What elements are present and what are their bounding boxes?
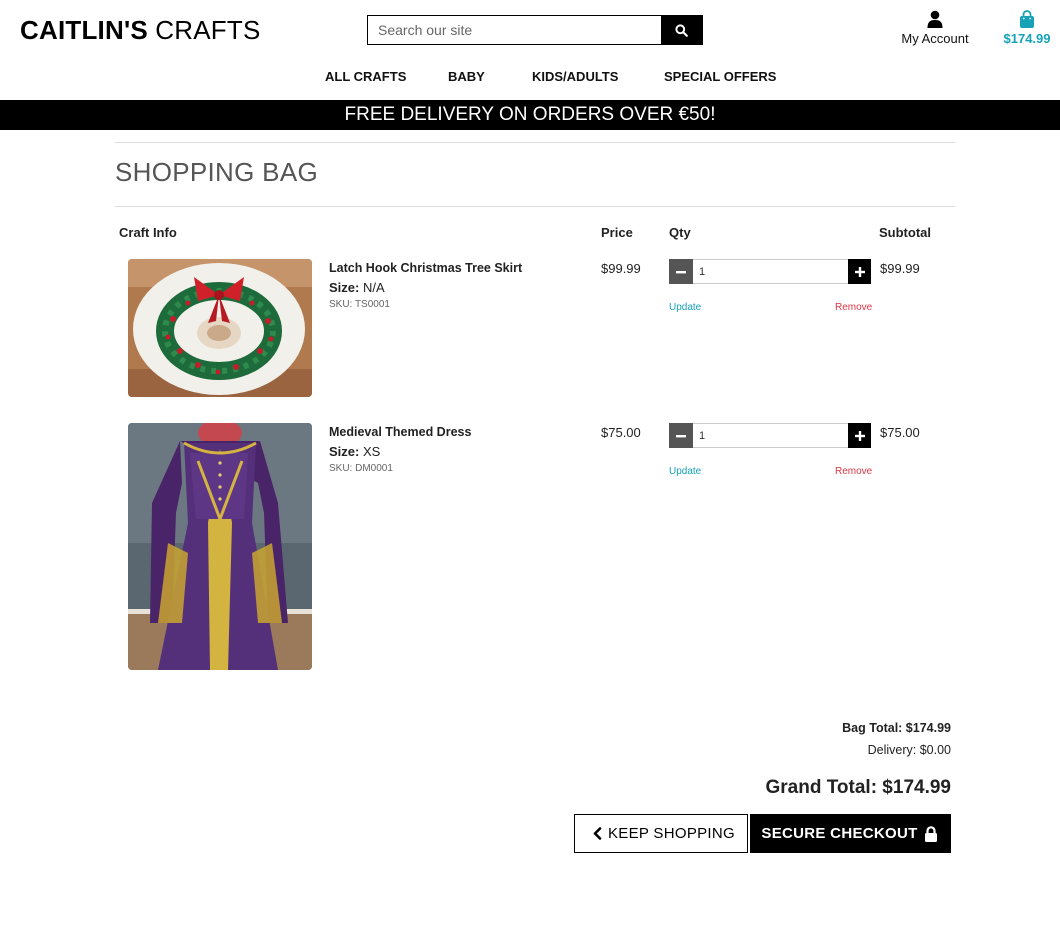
- increment-button[interactable]: [848, 259, 871, 284]
- header-price: Price: [601, 225, 633, 240]
- logo-bold-text: CAITLIN'S: [20, 15, 148, 45]
- keep-shopping-button[interactable]: KEEP SHOPPING: [574, 814, 748, 853]
- quantity-stepper: [669, 423, 871, 448]
- product-subtotal: $99.99: [880, 261, 920, 276]
- product-image-medieval-dress[interactable]: [128, 423, 312, 670]
- product-size: Size: XS: [329, 444, 380, 459]
- divider-top: [115, 142, 955, 143]
- update-link[interactable]: Update: [669, 466, 701, 477]
- user-icon: [895, 10, 975, 30]
- header-qty: Qty: [669, 225, 691, 240]
- my-account-link[interactable]: My Account: [895, 10, 975, 46]
- decrement-button[interactable]: [669, 423, 693, 448]
- product-price: $75.00: [601, 425, 641, 440]
- bag-total-amount: $174.99: [1003, 31, 1051, 46]
- chevron-left-icon: [593, 827, 602, 840]
- remove-link[interactable]: Remove: [835, 466, 872, 477]
- size-value: XS: [362, 444, 381, 459]
- decrement-button[interactable]: [669, 259, 693, 284]
- shopping-bag-icon: [996, 10, 1058, 30]
- header-subtotal: Subtotal: [879, 225, 931, 240]
- divider-title: [115, 206, 955, 207]
- product-name: Latch Hook Christmas Tree Skirt: [329, 261, 523, 275]
- product-name: Medieval Themed Dress: [329, 425, 472, 439]
- size-value: N/A: [362, 280, 385, 295]
- header-craft-info: Craft Info: [119, 225, 177, 240]
- minus-icon: [676, 434, 686, 437]
- nav-item-baby[interactable]: BABY: [448, 69, 485, 84]
- search-icon: [675, 23, 688, 37]
- product-subtotal: $75.00: [880, 425, 920, 440]
- product-price: $99.99: [601, 261, 641, 276]
- grand-total: Grand Total: $174.99: [765, 777, 952, 798]
- remove-link[interactable]: Remove: [835, 302, 872, 313]
- keep-shopping-label: KEEP SHOPPING: [608, 825, 735, 842]
- search-form: [367, 15, 703, 45]
- quantity-input[interactable]: [693, 259, 848, 284]
- product-size: Size: N/A: [329, 280, 385, 295]
- product-sku: SKU: DM0001: [329, 463, 393, 474]
- size-label: Size:: [329, 280, 360, 295]
- my-account-label: My Account: [901, 31, 969, 46]
- bag-total: Bag Total: $174.99: [842, 721, 951, 735]
- search-button[interactable]: [661, 16, 702, 44]
- product-image-tree-skirt[interactable]: [128, 259, 312, 397]
- delivery-banner: FREE DELIVERY ON ORDERS OVER €50!: [0, 100, 1060, 130]
- minus-icon: [676, 270, 686, 273]
- increment-button[interactable]: [848, 423, 871, 448]
- size-label: Size:: [329, 444, 360, 459]
- logo-light-text: CRAFTS: [147, 15, 261, 45]
- search-input[interactable]: [368, 16, 661, 44]
- plus-icon: [854, 266, 865, 277]
- site-logo[interactable]: CAITLIN'S CRAFTS: [20, 15, 261, 46]
- product-sku: SKU: TS0001: [329, 299, 390, 310]
- update-link[interactable]: Update: [669, 302, 701, 313]
- nav-item-all-crafts[interactable]: ALL CRAFTS: [325, 69, 406, 84]
- page-title: SHOPPING BAG: [115, 157, 318, 187]
- quantity-stepper: [669, 259, 871, 284]
- nav-item-special-offers[interactable]: SPECIAL OFFERS: [664, 69, 776, 84]
- lock-icon: [924, 825, 937, 842]
- secure-checkout-label: SECURE CHECKOUT: [761, 825, 918, 842]
- nav-item-kids-adults[interactable]: KIDS/ADULTS: [532, 69, 618, 84]
- plus-icon: [854, 430, 865, 441]
- secure-checkout-button[interactable]: SECURE CHECKOUT: [750, 814, 951, 853]
- delivery-cost: Delivery: $0.00: [867, 743, 951, 757]
- quantity-input[interactable]: [693, 423, 848, 448]
- shopping-bag-link[interactable]: $174.99: [996, 10, 1058, 46]
